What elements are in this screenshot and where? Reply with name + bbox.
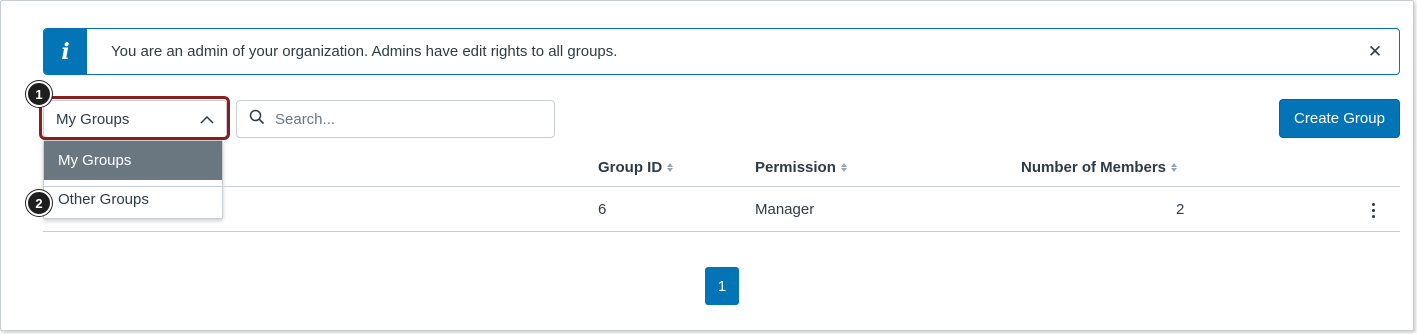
callout-2: 2 (26, 190, 52, 216)
header-divider (43, 186, 1400, 187)
sort-icon (840, 163, 847, 172)
cell-group-id: 6 (598, 201, 607, 218)
row-options-icon[interactable] (1365, 199, 1381, 221)
sort-icon (667, 163, 674, 172)
info-alert: i You are an admin of your organization.… (43, 28, 1400, 75)
info-icon: i (44, 29, 87, 74)
create-group-button[interactable]: Create Group (1279, 99, 1400, 138)
callout-1: 1 (26, 81, 52, 107)
close-icon[interactable]: ✕ (1355, 32, 1395, 72)
cell-permission: Manager (755, 201, 815, 218)
row-divider (43, 231, 1400, 232)
chevron-up-icon (200, 112, 214, 126)
page-frame: i You are an admin of your organization.… (0, 0, 1414, 331)
search-field[interactable] (236, 100, 555, 138)
alert-message: You are an admin of your organization. A… (111, 43, 618, 60)
search-icon (249, 109, 265, 130)
column-header-permission[interactable]: Permission (755, 159, 847, 176)
cell-members: 2 (1176, 201, 1185, 218)
search-input[interactable] (275, 110, 535, 128)
column-header-members[interactable]: Number of Members (1021, 159, 1178, 176)
group-filter-select[interactable]: My Groups (43, 100, 227, 138)
option-my-groups[interactable]: My Groups (44, 141, 222, 180)
column-header-group-id[interactable]: Group ID (598, 159, 674, 176)
group-filter-dropdown: My Groups Other Groups (43, 140, 223, 219)
pagination-page-1[interactable]: 1 (705, 267, 739, 305)
sort-icon (1171, 163, 1178, 172)
group-filter-value: My Groups (56, 110, 130, 128)
